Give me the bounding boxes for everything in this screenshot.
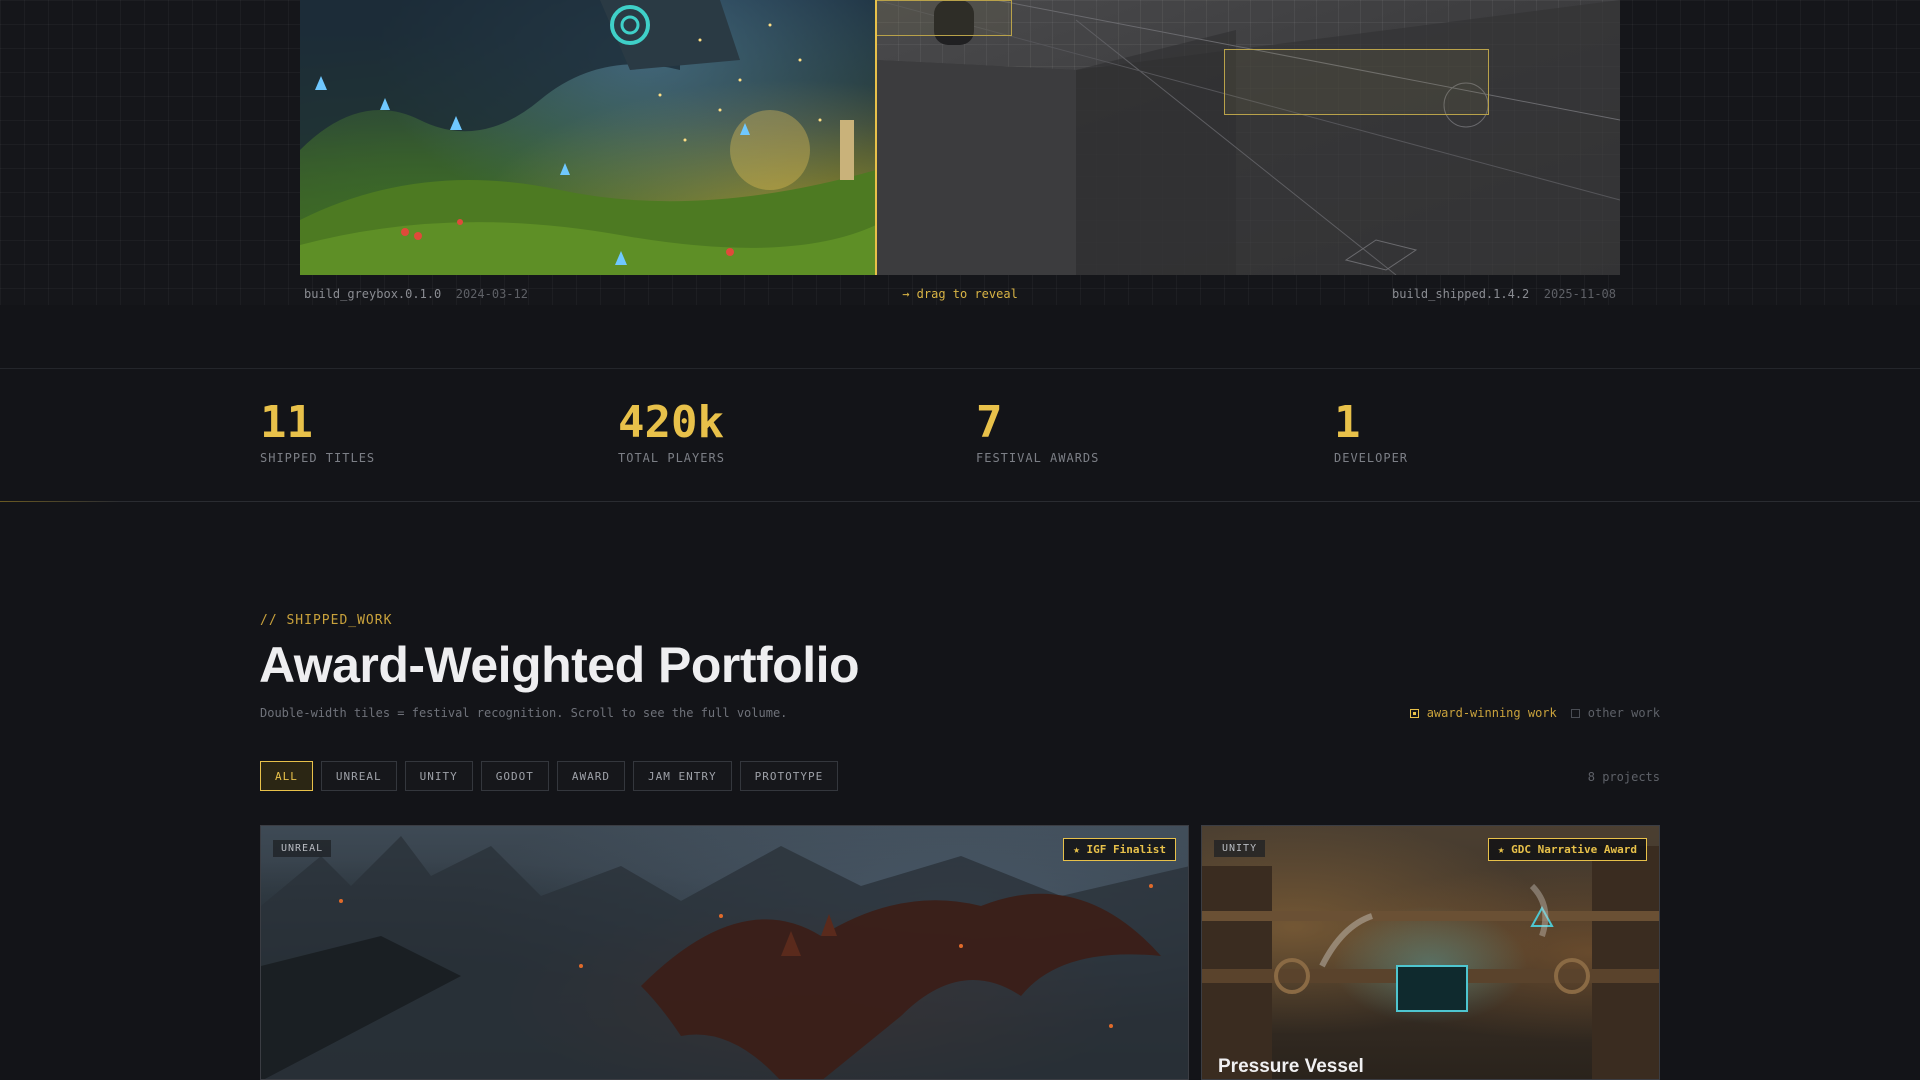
shipped-build-image <box>300 0 876 275</box>
engine-tag: UNITY <box>1214 840 1266 857</box>
filter-prototype[interactable]: PROTOTYPE <box>739 761 839 791</box>
project-count: 8 projects <box>1587 770 1660 784</box>
award-square-icon <box>1409 708 1419 718</box>
greybox-build-image <box>876 0 1620 275</box>
compare-divider-handle[interactable] <box>875 0 877 275</box>
engine-tag: UNREAL <box>273 840 332 857</box>
other-square-icon <box>1570 708 1580 718</box>
steampunk-art <box>1202 846 1659 1079</box>
stat-label: SHIPPED TITLES <box>260 451 376 465</box>
project-card-dragon[interactable]: UNREAL ★ IGF Finalist <box>260 825 1189 1080</box>
divider-accent <box>0 501 120 502</box>
stat-festival-awards: 7 FESTIVAL AWARDS <box>976 397 1099 465</box>
project-card-pressure-vessel[interactable]: UNITY ★ GDC Narrative Award Pressure Ves… <box>1201 825 1660 1080</box>
stat-label: DEVELOPER <box>1334 451 1409 465</box>
tile-legend: award-winning work other work <box>1409 706 1660 720</box>
award-badge: ★ GDC Narrative Award <box>1487 838 1647 861</box>
stat-value: 1 <box>1334 397 1361 448</box>
before-after-hero: build_greybox.0.1.0 2024-03-12 → drag to… <box>0 0 1920 305</box>
section-subtitle: Double-width tiles = festival recognitio… <box>260 706 788 720</box>
shipped-build-date: 2025-11-08 <box>1543 287 1616 301</box>
stat-value: 11 <box>260 397 313 448</box>
greybox-geometry-art <box>876 0 1620 275</box>
blockout-marker <box>876 0 1012 36</box>
compare-slider[interactable] <box>300 0 1620 275</box>
filter-unreal[interactable]: UNREAL <box>320 761 397 791</box>
filter-all[interactable]: ALL <box>260 761 313 791</box>
page-title: Award-Weighted Portfolio <box>259 637 860 693</box>
filter-godot[interactable]: GODOT <box>480 761 549 791</box>
stat-total-players: 420k TOTAL PLAYERS <box>618 397 725 465</box>
filter-award[interactable]: AWARD <box>556 761 625 791</box>
stats-bar: 11 SHIPPED TITLES 420k TOTAL PLAYERS 7 F… <box>0 368 1920 502</box>
stat-shipped-titles: 11 SHIPPED TITLES <box>260 397 375 465</box>
stat-developer: 1 DEVELOPER <box>1334 397 1408 465</box>
blockout-marker <box>1224 49 1489 115</box>
stat-label: FESTIVAL AWARDS <box>976 451 1100 465</box>
stat-value: 7 <box>976 397 1003 448</box>
filter-jam-entry[interactable]: JAM ENTRY <box>633 761 732 791</box>
shipped-build-caption: build_shipped.1.4.2 2025-11-08 <box>1392 287 1616 301</box>
card-title: Pressure Vessel <box>1218 1056 1364 1077</box>
award-badge: ★ IGF Finalist <box>1063 838 1176 861</box>
dark-fantasy-art <box>261 836 1188 1079</box>
shipped-build-label: build_shipped.1.4.2 <box>1392 287 1530 301</box>
stat-label: TOTAL PLAYERS <box>618 451 725 465</box>
section-eyebrow: // SHIPPED_WORK <box>260 613 393 628</box>
filter-unity[interactable]: UNITY <box>404 761 473 791</box>
stat-value: 420k <box>618 397 724 448</box>
legend-other-label: other work <box>1587 706 1660 720</box>
drag-to-reveal-hint: → drag to reveal <box>902 287 1018 301</box>
forest-scene-art <box>300 0 876 275</box>
legend-award-label: award-winning work <box>1426 706 1557 720</box>
filter-bar: ALL UNREAL UNITY GODOT AWARD JAM ENTRY P… <box>260 761 839 791</box>
